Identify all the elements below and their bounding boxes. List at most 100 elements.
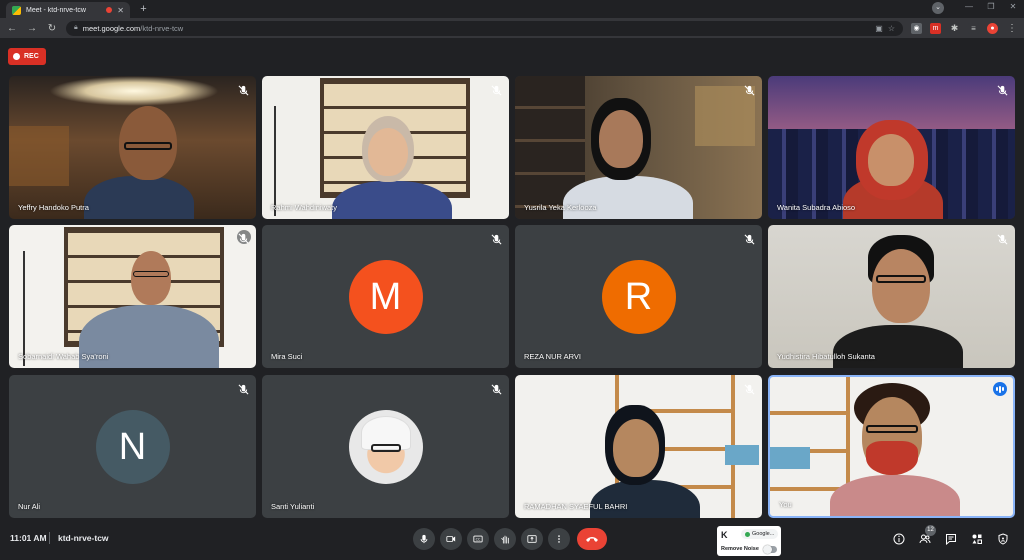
participant-name: REZA NUR ARVI xyxy=(524,352,581,361)
participant-tile[interactable]: Yeffry Handoko Putra xyxy=(9,76,256,219)
browser-toolbar: ← → ↻ 🔒︎ meet.google.com/ktd-nrve-tcw ▣ … xyxy=(0,18,1024,38)
close-window-icon[interactable]: ✕ xyxy=(1002,0,1024,16)
microphone-icon xyxy=(420,534,428,544)
participant-tile[interactable]: RAMADHAN SYAEFUL BAHRI xyxy=(515,375,762,518)
minimize-icon[interactable]: — xyxy=(958,0,980,16)
microphone-button[interactable] xyxy=(413,528,435,550)
participant-name: You xyxy=(779,500,792,509)
maximize-icon[interactable]: ❐ xyxy=(980,0,1002,16)
participant-tile[interactable]: M Mira Suci xyxy=(262,225,509,368)
present-button[interactable] xyxy=(521,528,543,550)
participant-tile[interactable]: Rahmi Wahdiniwaty xyxy=(262,76,509,219)
participant-count-badge: 12 xyxy=(925,525,936,536)
lock-icon: 🔒︎ xyxy=(74,24,78,31)
media-control-icon[interactable]: ≡ xyxy=(968,22,979,34)
meeting-clock: 11:01 AM xyxy=(10,533,47,543)
url-text: meet.google.com/ktd-nrve-tcw xyxy=(83,24,183,33)
svg-text:CC: CC xyxy=(476,538,481,542)
participant-avatar: M xyxy=(348,259,423,334)
people-button[interactable]: 12 xyxy=(917,525,936,547)
camera-permission-icon[interactable]: ▣ xyxy=(875,24,883,33)
rec-dot-icon xyxy=(13,53,20,60)
participant-tile[interactable]: R REZA NUR ARVI xyxy=(515,225,762,368)
muted-mic-icon xyxy=(997,83,1008,96)
participant-name: Yeffry Handoko Putra xyxy=(18,203,89,212)
leave-call-button[interactable] xyxy=(577,528,607,550)
new-tab-button[interactable]: + xyxy=(137,3,150,16)
muted-mic-icon xyxy=(237,230,251,244)
speaking-indicator-icon xyxy=(993,382,1007,396)
url-host: meet.google.com xyxy=(82,23,141,33)
more-options-button[interactable] xyxy=(548,528,570,550)
address-bar[interactable]: 🔒︎ meet.google.com/ktd-nrve-tcw ▣ ☆ xyxy=(66,20,903,36)
tab-search-icon[interactable]: ⌄ xyxy=(932,2,944,14)
chat-button[interactable] xyxy=(943,531,959,547)
participant-tile[interactable]: N Nur Ali xyxy=(9,375,256,518)
back-icon[interactable]: ← xyxy=(6,23,18,34)
mic-source-label: Google... xyxy=(752,531,775,537)
divider xyxy=(49,532,50,544)
host-controls-button[interactable] xyxy=(995,531,1011,547)
participant-name: Yusrila Yeka Kerlooza xyxy=(524,203,597,212)
forward-icon[interactable]: → xyxy=(26,23,38,34)
extensions-puzzle-icon[interactable]: ✱ xyxy=(949,22,960,34)
participant-tile[interactable]: Santi Yulianti xyxy=(262,375,509,518)
participant-name: Rahmi Wahdiniwaty xyxy=(271,203,337,212)
end-call-icon xyxy=(586,537,598,542)
browser-tab[interactable]: Meet - ktd-nrve-tcw ✕ xyxy=(6,2,130,18)
muted-mic-icon xyxy=(997,232,1008,245)
muted-mic-icon xyxy=(491,83,502,96)
participant-profile-photo xyxy=(348,409,423,484)
profile-avatar[interactable]: ● xyxy=(987,22,998,34)
meet-stage: REC Yeffry Handoko Putra Rahmi Wahdiniwa… xyxy=(0,38,1024,560)
mic-source-chip[interactable]: Google... xyxy=(741,529,779,539)
noise-cancel-widget: K Google... Remove Noise xyxy=(717,526,781,556)
chat-icon xyxy=(946,534,956,545)
meeting-details-button[interactable] xyxy=(891,531,907,547)
muted-mic-icon xyxy=(744,83,755,96)
activities-shapes-icon xyxy=(972,534,982,544)
tab-title: Meet - ktd-nrve-tcw xyxy=(26,6,86,14)
browser-tabstrip: Meet - ktd-nrve-tcw ✕ + ⌄ — ❐ ✕ xyxy=(0,0,1024,18)
muted-mic-icon xyxy=(744,232,755,245)
participant-tile[interactable]: Yudhistira Hibatulloh Sukanta xyxy=(768,225,1015,368)
participant-name: Yudhistira Hibatulloh Sukanta xyxy=(777,352,875,361)
raise-hand-icon xyxy=(501,535,509,544)
participant-name: Sobarnaidi Wahab Sya'roni xyxy=(18,352,109,361)
bookmark-star-icon[interactable]: ☆ xyxy=(888,24,895,33)
participant-tile-self[interactable]: You xyxy=(768,375,1015,518)
reload-icon[interactable]: ↻ xyxy=(46,23,58,34)
meeting-code: ktd-nrve-tcw xyxy=(58,533,109,543)
participant-avatar: R xyxy=(601,259,676,334)
present-screen-icon xyxy=(527,535,537,543)
muted-mic-icon xyxy=(238,382,249,395)
participant-tile[interactable]: Wanita Subadra Abioso xyxy=(768,76,1015,219)
participant-name: RAMADHAN SYAEFUL BAHRI xyxy=(524,502,628,511)
shield-lock-icon xyxy=(998,533,1008,545)
participant-name: Nur Ali xyxy=(18,502,41,511)
recording-badge: REC xyxy=(8,48,46,65)
muted-mic-icon xyxy=(491,382,502,395)
muted-mic-icon xyxy=(491,232,502,245)
video-camera-icon xyxy=(446,536,456,542)
close-tab-icon[interactable]: ✕ xyxy=(117,6,124,15)
info-icon xyxy=(893,533,905,545)
muted-mic-icon xyxy=(238,83,249,96)
participant-name: Santi Yulianti xyxy=(271,502,315,511)
extension-m-icon[interactable]: m xyxy=(930,22,941,34)
browser-menu-icon[interactable]: ⋮ xyxy=(1006,23,1018,34)
participant-tile[interactable]: Yusrila Yeka Kerlooza xyxy=(515,76,762,219)
meet-favicon-icon xyxy=(12,5,21,15)
extension-shield-icon[interactable]: ◉ xyxy=(911,22,922,34)
participant-tile[interactable]: Sobarnaidi Wahab Sya'roni xyxy=(9,225,256,368)
muted-mic-icon xyxy=(744,382,755,395)
activities-button[interactable] xyxy=(969,531,985,547)
remove-noise-toggle[interactable] xyxy=(763,545,777,554)
rec-label: REC xyxy=(24,53,39,60)
camera-button[interactable] xyxy=(440,528,462,550)
captions-button[interactable]: CC xyxy=(467,528,489,550)
remove-noise-label: Remove Noise xyxy=(721,546,759,552)
more-vertical-icon xyxy=(558,535,560,543)
raise-hand-button[interactable] xyxy=(494,528,516,550)
participant-avatar: N xyxy=(95,409,170,484)
